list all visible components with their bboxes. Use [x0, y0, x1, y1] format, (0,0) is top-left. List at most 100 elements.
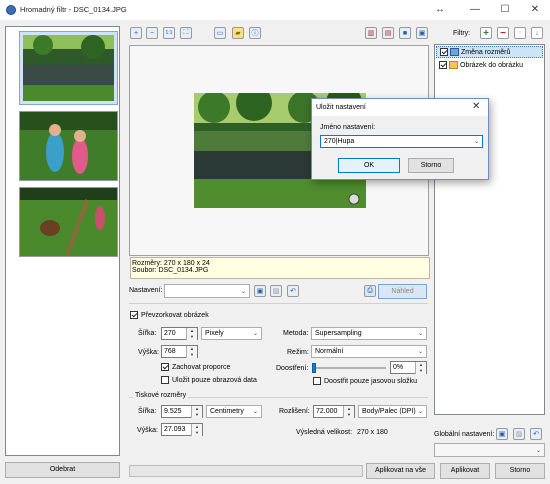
zoom-out-icon[interactable]: −	[146, 27, 158, 39]
move-up-icon[interactable]: ↑	[514, 27, 526, 39]
resolution-stepper[interactable]: ▲ ▼	[343, 405, 354, 418]
keep-ratio-checkbox[interactable]	[161, 363, 169, 371]
title-bar: Hromadný filtr - DSC_0134.JPG ↔ — ☐ ✕	[0, 0, 550, 20]
resample-checkbox[interactable]	[130, 311, 138, 319]
print-group-label: Tiskové rozměry	[133, 392, 189, 399]
slider-track	[312, 367, 386, 369]
preview-button[interactable]: Náhled	[378, 284, 427, 299]
progress-bar	[129, 465, 363, 477]
thumbnail-image	[20, 188, 117, 256]
delete-settings-icon[interactable]: ▨	[270, 285, 282, 297]
method-select[interactable]: Supersampling ⌄	[311, 327, 427, 340]
sharpen-slider[interactable]	[312, 363, 386, 373]
unit-select[interactable]: Pixely ⌄	[201, 327, 262, 340]
chevron-down-icon: ⌄	[417, 409, 423, 415]
dimensions-info: Rozměry: 270 x 180 x 24	[132, 260, 210, 267]
keep-ratio-label: Zachovat proporce	[172, 363, 231, 371]
split-view-icon[interactable]: ▥	[365, 27, 377, 39]
global-settings-label: Globální nastavení:	[434, 431, 495, 438]
remove-button[interactable]: Odebrat	[5, 462, 120, 478]
print-height-stepper[interactable]: ▲ ▼	[191, 423, 202, 436]
name-combo[interactable]: 270|Hupa ⌄	[320, 135, 483, 148]
lock-preview-icon[interactable]: ⎙	[364, 285, 376, 297]
dialog-close-icon[interactable]: ✕	[472, 101, 480, 112]
thumbnail-2[interactable]	[19, 111, 118, 181]
app-icon	[6, 5, 16, 15]
filter-checkbox[interactable]	[439, 61, 447, 69]
sharpen-stepper[interactable]: ▲ ▼	[415, 361, 426, 374]
chevron-down-icon: ⌄	[473, 139, 479, 145]
save-settings-dialog: Uložit nastavení ✕ Jméno nastavení: 270|…	[311, 98, 489, 180]
print-width-stepper[interactable]: ▲ ▼	[191, 405, 202, 418]
image-info: Rozměry: 270 x 180 x 24 Soubor: DSC_0134…	[130, 257, 430, 279]
dialog-ok-button[interactable]: OK	[338, 158, 400, 173]
thumbnail-list[interactable]	[5, 26, 120, 456]
window-title: Hromadný filtr - DSC_0134.JPG	[20, 5, 127, 14]
thumbnail-1[interactable]	[19, 31, 118, 105]
global-delete-icon[interactable]: ▨	[513, 428, 525, 440]
add-filter-icon[interactable]: +	[480, 27, 492, 39]
divider	[129, 303, 428, 304]
undo-icon[interactable]: ↶	[287, 285, 299, 297]
sharpen-luma-label: Doostřit pouze jasovou složku	[324, 377, 417, 385]
resolution-unit-select[interactable]: Body/Palec (DPI) ⌄	[358, 405, 427, 418]
thumbnail-3[interactable]	[19, 187, 118, 257]
compare-view-icon[interactable]: ▤	[382, 27, 394, 39]
settings-label: Nastavení:	[129, 287, 163, 294]
filter-item-resize[interactable]: Změna rozměrů	[436, 46, 543, 58]
save-only-option[interactable]: Uložit pouze obrazová data	[161, 376, 257, 384]
resample-label: Převzorkovat obrázek	[141, 311, 209, 319]
actual-size-icon[interactable]: 1:1	[163, 27, 175, 39]
filter-checkbox[interactable]	[440, 48, 448, 56]
global-undo-icon[interactable]: ↶	[530, 428, 542, 440]
maximize-button[interactable]: ☐	[490, 0, 520, 20]
width-stepper[interactable]: ▲ ▼	[186, 327, 197, 340]
width-field[interactable]: 270 ▲ ▼	[161, 327, 198, 340]
sharpen-luma-option[interactable]: Doostřit pouze jasovou složku	[313, 377, 417, 385]
print-height-field[interactable]: 27.093 ▲ ▼	[161, 423, 203, 436]
print-width-field[interactable]: 9.525 ▲ ▼	[161, 405, 203, 418]
slider-thumb[interactable]	[312, 363, 316, 373]
resize-icon[interactable]: ↔	[425, 0, 455, 20]
resolution-field[interactable]: 72.000 ▲ ▼	[313, 405, 355, 418]
picture-filter-icon	[449, 61, 458, 69]
apply-button[interactable]: Aplikovat	[440, 463, 490, 479]
chevron-down-icon: ⌄	[252, 409, 258, 415]
keep-ratio-option[interactable]: Zachovat proporce	[161, 363, 230, 371]
save-only-checkbox[interactable]	[161, 376, 169, 384]
image-icon[interactable]: ▭	[214, 27, 226, 39]
sharpen-field[interactable]: 0% ▲ ▼	[390, 361, 427, 374]
mode-select[interactable]: Normální ⌄	[311, 345, 427, 358]
save-settings-icon[interactable]: ▣	[254, 285, 266, 297]
fit-icon[interactable]: ⛶	[180, 27, 192, 39]
dialog-titlebar: Uložit nastavení ✕	[312, 99, 488, 116]
zoom-in-icon[interactable]: +	[130, 27, 142, 39]
remove-filter-icon[interactable]: −	[497, 27, 509, 39]
filter-item-picture-in-picture[interactable]: Obrázek do obrázku	[436, 59, 543, 71]
print-unit-select[interactable]: Centimetry ⌄	[206, 405, 262, 418]
print-width-label: Šířka:	[138, 408, 157, 415]
height-stepper[interactable]: ▲ ▼	[186, 345, 197, 358]
resample-option[interactable]: Převzorkovat obrázek	[130, 311, 209, 319]
preview-view-icon[interactable]: ▣	[416, 27, 428, 39]
folder-icon[interactable]: ▰	[232, 27, 244, 39]
close-button[interactable]: ✕	[520, 0, 550, 20]
move-down-icon[interactable]: ↓	[531, 27, 543, 39]
cancel-button[interactable]: Storno	[495, 463, 545, 479]
global-save-icon[interactable]: ▣	[496, 428, 508, 440]
thumbnail-image	[20, 112, 117, 180]
info-icon[interactable]: ⓘ	[249, 27, 261, 39]
dialog-cancel-button[interactable]: Storno	[408, 158, 454, 173]
width-label: Šířka:	[138, 330, 157, 337]
global-settings-combo[interactable]: ⌄	[434, 443, 545, 457]
dialog-title: Uložit nastavení	[316, 104, 366, 111]
mode-label: Režim:	[287, 349, 309, 356]
thumbnail-image	[23, 35, 114, 101]
apply-all-button[interactable]: Aplikovat na vše	[366, 463, 435, 479]
sharpen-luma-checkbox[interactable]	[313, 377, 321, 385]
height-field[interactable]: 768 ▲ ▼	[161, 345, 198, 358]
method-label: Metoda:	[283, 330, 309, 337]
settings-combo[interactable]: ⌄	[164, 284, 250, 298]
single-view-icon[interactable]: ■	[399, 27, 411, 39]
minimize-button[interactable]: —	[460, 0, 490, 20]
